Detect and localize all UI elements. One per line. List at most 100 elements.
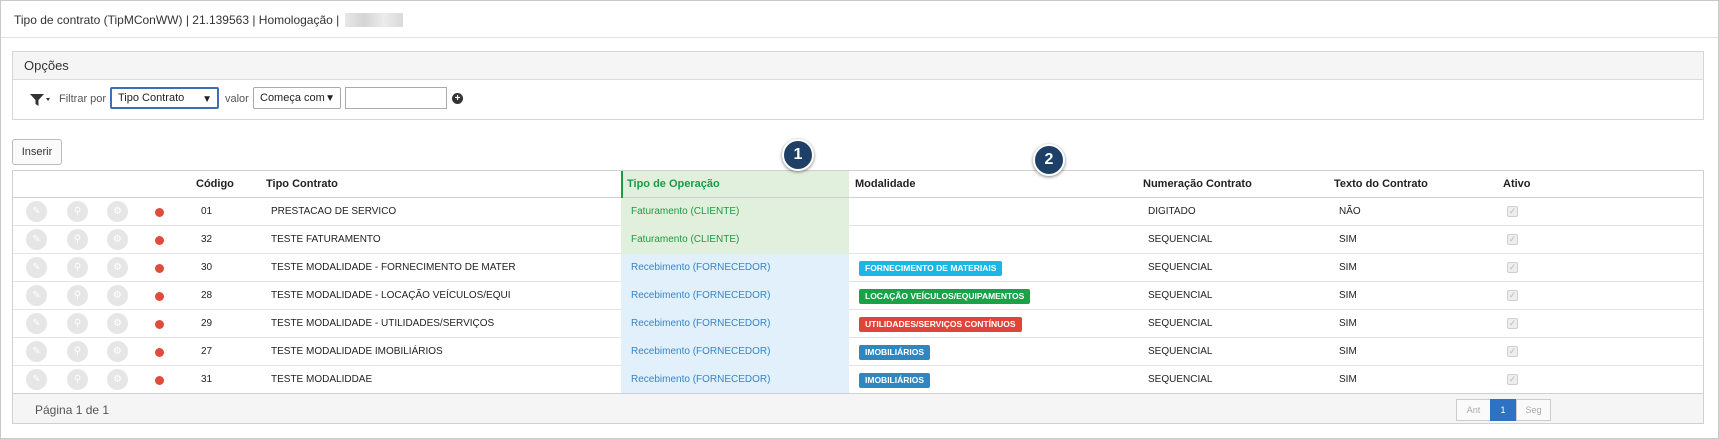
status-dot-icon	[155, 208, 164, 217]
edit-icon[interactable]: ✎	[26, 313, 47, 334]
settings-icon[interactable]: ⚙	[107, 369, 128, 390]
table-row[interactable]: ✎ ⚲ ⚙ 30 TESTE MODALIDADE - FORNECIMENTO DE …	[13, 254, 1703, 282]
cell-numeracao: SEQUENCIAL	[1148, 374, 1213, 385]
column-header-tipo-contrato[interactable]: Tipo Contrato	[266, 178, 338, 190]
status-dot-icon	[155, 264, 164, 273]
view-icon[interactable]: ⚲	[67, 369, 88, 390]
ativo-checkbox[interactable]: ✓	[1507, 234, 1518, 245]
table-row[interactable]: ✎ ⚲ ⚙ 01 PRESTACAO DE SERVICO Faturamento (CL…	[13, 198, 1703, 226]
cell-tipo-operacao: Recebimento (FORNECEDOR)	[631, 318, 771, 329]
ativo-checkbox[interactable]: ✓	[1507, 262, 1518, 273]
cell-tipo-contrato: TESTE FATURAMENTO	[271, 234, 381, 245]
grid-header: Código Tipo Contrato Tipo de Operação Mo…	[13, 171, 1703, 198]
cell-codigo: 29	[201, 318, 213, 329]
options-heading: Opções	[13, 52, 1703, 80]
filter-field-select[interactable]: Tipo Contrato ▼	[110, 87, 219, 109]
edit-icon[interactable]: ✎	[26, 257, 47, 278]
ativo-checkbox[interactable]: ✓	[1507, 290, 1518, 301]
filter-bar: Filtrar por Tipo Contrato ▼ valor Começa…	[13, 80, 1703, 120]
contract-types-grid: Código Tipo Contrato Tipo de Operação Mo…	[12, 170, 1704, 424]
ativo-checkbox[interactable]: ✓	[1507, 318, 1518, 329]
chevron-down-icon: ▼	[325, 93, 335, 104]
cell-tipo-operacao: Faturamento (CLIENTE)	[631, 206, 740, 217]
pager-prev-button[interactable]: Ant	[1456, 399, 1491, 421]
settings-icon[interactable]: ⚙	[107, 229, 128, 250]
table-row[interactable]: ✎ ⚲ ⚙ 29 TESTE MODALIDADE - UTILIDADES/SERVI…	[13, 310, 1703, 338]
cell-numeracao: SEQUENCIAL	[1148, 346, 1213, 357]
cell-texto: SIM	[1339, 346, 1357, 357]
value-label: valor	[225, 93, 249, 105]
cell-tipo-operacao: Recebimento (FORNECEDOR)	[631, 262, 771, 273]
view-icon[interactable]: ⚲	[67, 341, 88, 362]
modalidade-badge: FORNECIMENTO DE MATERIAIS	[859, 261, 1003, 276]
cell-codigo: 32	[201, 234, 213, 245]
cell-numeracao: SEQUENCIAL	[1148, 290, 1213, 301]
insert-button[interactable]: Inserir	[12, 139, 62, 165]
pager-page-1[interactable]: 1	[1490, 399, 1516, 421]
edit-icon[interactable]: ✎	[26, 285, 47, 306]
filter-by-label: Filtrar por	[59, 93, 107, 105]
callout-marker-2: 2	[1033, 144, 1065, 176]
column-header-modalidade[interactable]: Modalidade	[855, 178, 916, 190]
column-header-texto[interactable]: Texto do Contrato	[1334, 178, 1428, 190]
column-header-tipo-operacao[interactable]: Tipo de Operação	[627, 178, 720, 190]
edit-icon[interactable]: ✎	[26, 201, 47, 222]
settings-icon[interactable]: ⚙	[107, 257, 128, 278]
status-dot-icon	[155, 376, 164, 385]
options-panel: Opções Filtrar por Tipo Contrato ▼ valor…	[12, 51, 1704, 120]
edit-icon[interactable]: ✎	[26, 229, 47, 250]
view-icon[interactable]: ⚲	[67, 285, 88, 306]
ativo-checkbox[interactable]: ✓	[1507, 346, 1518, 357]
cell-tipo-contrato: TESTE MODALIDADE IMOBILIÁRIOS	[271, 346, 443, 357]
cell-codigo: 27	[201, 346, 213, 357]
cell-numeracao: SEQUENCIAL	[1148, 262, 1213, 273]
table-row[interactable]: ✎ ⚲ ⚙ 32 TESTE FATURAMENTO Faturamento (CLIEN…	[13, 226, 1703, 254]
cell-codigo: 31	[201, 374, 213, 385]
edit-icon[interactable]: ✎	[26, 369, 47, 390]
cell-texto: NÃO	[1339, 206, 1361, 217]
cell-tipo-operacao: Recebimento (FORNECEDOR)	[631, 290, 771, 301]
cell-tipo-operacao: Recebimento (FORNECEDOR)	[631, 346, 771, 357]
settings-icon[interactable]: ⚙	[107, 201, 128, 222]
filter-value-input[interactable]	[345, 87, 447, 109]
filter-field-value: Tipo Contrato	[118, 92, 185, 104]
operator-select[interactable]: Começa com ▼	[253, 87, 341, 109]
cell-tipo-operacao: Faturamento (CLIENTE)	[631, 234, 740, 245]
view-icon[interactable]: ⚲	[67, 313, 88, 334]
settings-icon[interactable]: ⚙	[107, 341, 128, 362]
filter-dropdown-icon[interactable]	[29, 92, 51, 108]
cell-tipo-operacao: Recebimento (FORNECEDOR)	[631, 374, 771, 385]
table-row[interactable]: ✎ ⚲ ⚙ 27 TESTE MODALIDADE IMOBILIÁRIOS Recebi…	[13, 338, 1703, 366]
cell-codigo: 01	[201, 206, 213, 217]
cell-tipo-contrato: TESTE MODALIDADE - LOCAÇÃO VEÍCULOS/EQUI	[271, 290, 511, 301]
status-dot-icon	[155, 292, 164, 301]
status-dot-icon	[155, 348, 164, 357]
window-title: Tipo de contrato (TipMConWW) | 21.139563…	[14, 13, 404, 27]
pager-next-button[interactable]: Seg	[1516, 399, 1551, 421]
column-header-codigo[interactable]: Código	[196, 178, 234, 190]
table-row[interactable]: ✎ ⚲ ⚙ 28 TESTE MODALIDADE - LOCAÇÃO VEÍCULOS…	[13, 282, 1703, 310]
view-icon[interactable]: ⚲	[67, 257, 88, 278]
table-row[interactable]: ✎ ⚲ ⚙ 31 TESTE MODALIDDAE Recebimento (FORNEC…	[13, 366, 1703, 394]
settings-icon[interactable]: ⚙	[107, 285, 128, 306]
page-indicator: Página 1 de 1	[35, 403, 110, 417]
edit-icon[interactable]: ✎	[26, 341, 47, 362]
plus-circle-icon[interactable]: +	[452, 93, 463, 104]
column-header-ativo[interactable]: Ativo	[1503, 178, 1531, 190]
settings-icon[interactable]: ⚙	[107, 313, 128, 334]
cell-tipo-contrato: TESTE MODALIDADE - UTILIDADES/SERVIÇOS	[271, 318, 495, 329]
column-header-numeracao[interactable]: Numeração Contrato	[1143, 178, 1252, 190]
modalidade-badge: IMOBILIÁRIOS	[859, 373, 931, 388]
modalidade-badge: LOCAÇÃO VEÍCULOS/EQUIPAMENTOS	[859, 289, 1031, 304]
cell-texto: SIM	[1339, 290, 1357, 301]
cell-texto: SIM	[1339, 374, 1357, 385]
ativo-checkbox[interactable]: ✓	[1507, 206, 1518, 217]
ativo-checkbox[interactable]: ✓	[1507, 374, 1518, 385]
view-icon[interactable]: ⚲	[67, 201, 88, 222]
callout-marker-1: 1	[782, 139, 814, 171]
redacted-user	[345, 13, 404, 27]
view-icon[interactable]: ⚲	[67, 229, 88, 250]
cell-numeracao: SEQUENCIAL	[1148, 318, 1213, 329]
modalidade-badge: UTILIDADES/SERVIÇOS CONTÍNUOS	[859, 317, 1022, 332]
cell-texto: SIM	[1339, 234, 1357, 245]
